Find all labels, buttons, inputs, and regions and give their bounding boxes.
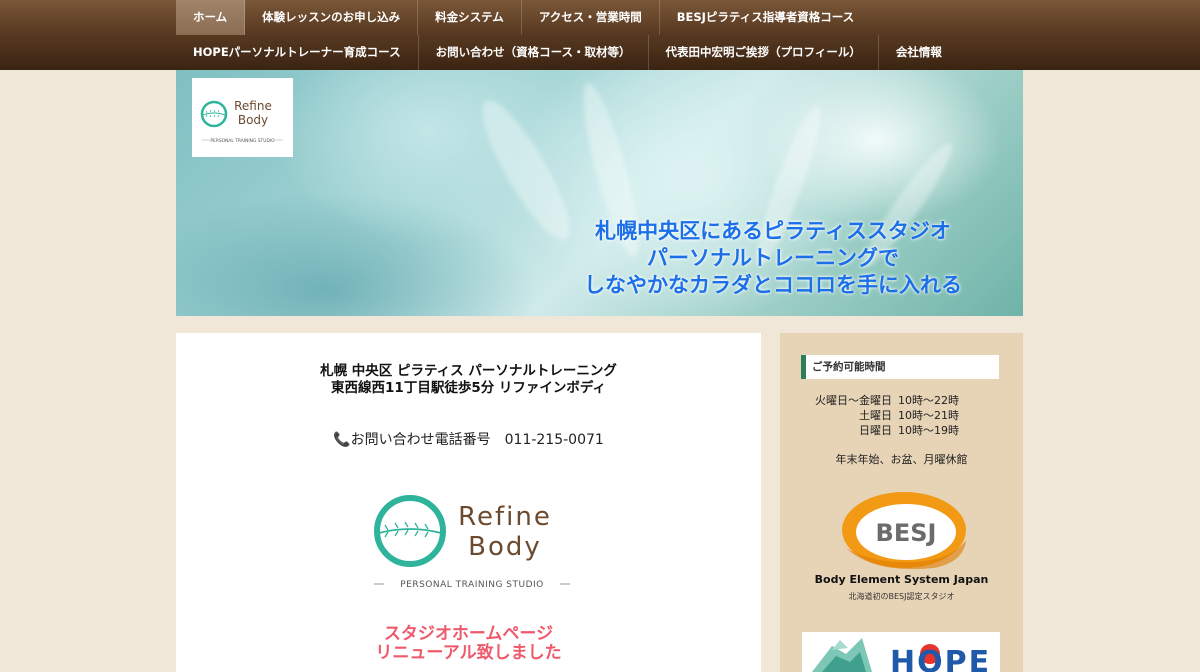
hours-day: 火曜日〜金曜日 (815, 394, 892, 407)
hours-row: 土曜日 10時〜21時 (812, 408, 978, 423)
hours-row: 火曜日〜金曜日 10時〜22時 (812, 393, 978, 408)
phone-icon: 📞 (333, 432, 351, 448)
nav-item-trial-lesson[interactable]: 体験レッスンのお申し込み (245, 0, 419, 35)
phone-number[interactable]: 011-215-0071 (505, 432, 604, 448)
nav-item-pricing[interactable]: 料金システム (418, 0, 522, 35)
hero-tagline-line-1: 札幌中央区にあるピラティススタジオ (595, 219, 951, 243)
logo-text-refine: Refine (234, 99, 272, 113)
besj-name: Body Element System Japan (814, 573, 989, 586)
site-logo[interactable]: Refine Body PERSONAL TRAINING STUDIO (192, 78, 293, 157)
nav-item-access-hours[interactable]: アクセス・営業時間 (522, 0, 660, 35)
renewal-notice: スタジオホームページ リニューアル致しました (176, 625, 761, 663)
hours-day: 土曜日 (859, 409, 892, 422)
besj-note: 北海道初のBESJ認定スタジオ (848, 592, 955, 601)
sidebar-heading: ご予約可能時間 (801, 355, 999, 379)
hero-tagline: 札幌中央区にあるピラティススタジオ パーソナルトレーニングで しなやかなカラダと… (543, 218, 1003, 299)
nav-item-profile[interactable]: 代表田中宏明ご挨拶（プロフィール） (649, 35, 879, 70)
logo-text-body: Body (238, 113, 268, 127)
nav-item-hope-course[interactable]: HOPEパーソナルトレーナー育成コース (176, 35, 419, 70)
hero-tagline-line-2: パーソナルトレーニングで (647, 246, 899, 270)
nav-item-besj-course[interactable]: BESJピラティス指導者資格コース (660, 0, 871, 35)
hero-banner: Refine Body PERSONAL TRAINING STUDIO 札幌中… (176, 70, 1023, 316)
hours-row: 日曜日 10時〜19時 (812, 423, 978, 438)
nav-item-home[interactable]: ホーム (176, 0, 246, 35)
page-title-line-1: 札幌 中央区 ピラティス パーソナルトレーニング (320, 363, 617, 379)
logo-text-body: Body (468, 532, 542, 562)
renewal-line-2: リニューアル致しました (375, 643, 562, 663)
main-content: 札幌 中央区 ピラティス パーソナルトレーニング 東西線西11丁目駅徒歩5分 リ… (176, 333, 761, 672)
sidebar: ご予約可能時間 火曜日〜金曜日 10時〜22時 土曜日 10時〜21時 日曜日 … (780, 333, 1023, 672)
studio-logo: Refine Body PERSONAL TRAINING STUDIO (372, 485, 572, 595)
hero-tagline-line-3: しなやかなカラダとココロを手に入れる (584, 273, 962, 297)
hours-time: 10時〜22時 (898, 394, 959, 407)
hours-time: 10時〜21時 (898, 409, 959, 422)
logo-subtitle: PERSONAL TRAINING STUDIO (210, 138, 275, 144)
hours-time: 10時〜19時 (898, 424, 959, 437)
logo-text-refine: Refine (458, 502, 552, 532)
nav-item-contact[interactable]: お問い合わせ（資格コース・取材等） (419, 35, 649, 70)
renewal-line-1: スタジオホームページ (383, 624, 554, 644)
phone-label: お問い合わせ電話番号 (350, 432, 491, 448)
besj-logo[interactable]: BESJ (824, 490, 984, 605)
contact-phone: 📞お問い合わせ電話番号 011-215-0071 (176, 429, 761, 449)
nav-row-2: HOPEパーソナルトレーナー育成コース お問い合わせ（資格コース・取材等） 代表… (176, 35, 959, 70)
hours-day: 日曜日 (859, 424, 892, 437)
page-title: 札幌 中央区 ピラティス パーソナルトレーニング 東西線西11丁目駅徒歩5分 リ… (176, 363, 761, 397)
nav-row-1: ホーム 体験レッスンのお申し込み 料金システム アクセス・営業時間 BESJピラ… (176, 0, 871, 35)
hope-banner[interactable]: HOPE (802, 632, 1000, 672)
holiday-note: 年末年始、お盆、月曜休館 (835, 453, 968, 466)
logo-subtitle: PERSONAL TRAINING STUDIO (400, 580, 544, 590)
top-navigation: ホーム 体験レッスンのお申し込み 料金システム アクセス・営業時間 BESJピラ… (0, 0, 1200, 70)
besj-mark: BESJ (876, 519, 937, 547)
hope-text: HOPE (890, 645, 991, 672)
business-hours: 火曜日〜金曜日 10時〜22時 土曜日 10時〜21時 日曜日 10時〜19時 (812, 393, 978, 438)
page-title-line-2: 東西線西11丁目駅徒歩5分 リファインボディ (331, 380, 606, 396)
nav-item-company[interactable]: 会社情報 (879, 35, 959, 70)
